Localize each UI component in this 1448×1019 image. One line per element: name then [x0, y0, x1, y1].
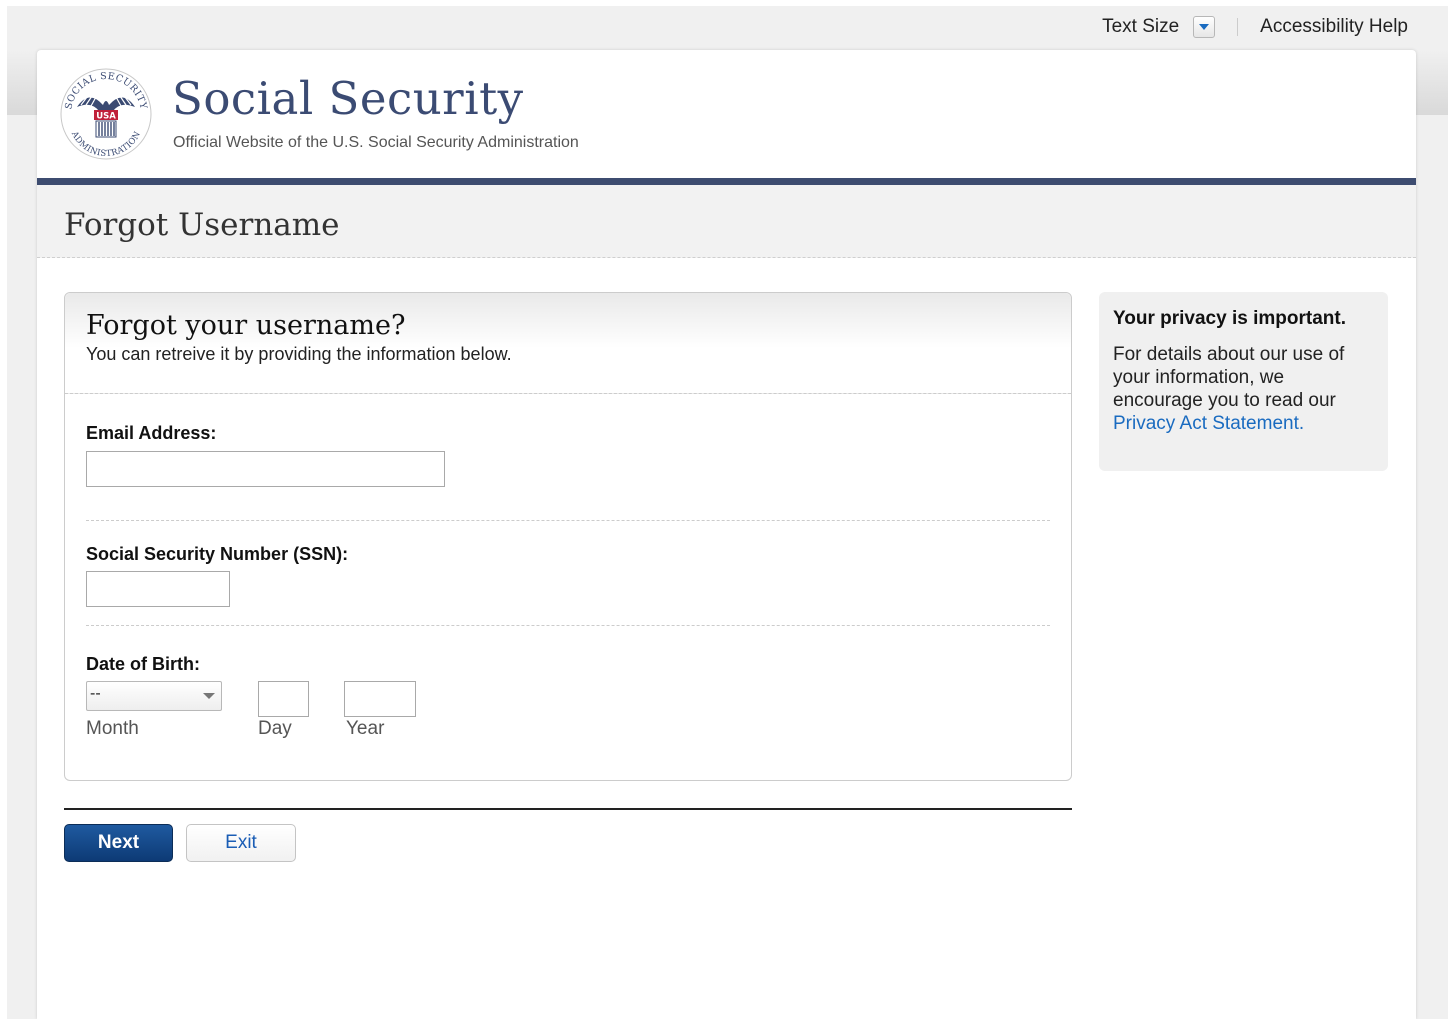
form-intro: You can retreive it by providing the inf…	[86, 344, 512, 364]
ssa-seal-logo[interactable]: SOCIAL SECURITY ADMINISTRATION USA	[59, 67, 153, 161]
day-sublabel: Day	[258, 718, 292, 739]
email-label: Email Address:	[86, 423, 217, 443]
month-sublabel: Month	[86, 718, 139, 739]
year-field[interactable]	[344, 681, 416, 717]
accessibility-help-link[interactable]: Accessibility Help	[1260, 16, 1408, 38]
privacy-body: For details about our use of your inform…	[1113, 343, 1378, 435]
privacy-notice: Your privacy is important. For details a…	[1099, 292, 1388, 471]
main-card: SOCIAL SECURITY ADMINISTRATION USA Socia…	[37, 50, 1416, 1019]
text-size-control[interactable]: Text Size	[1102, 16, 1216, 38]
site-title[interactable]: Social Security	[172, 72, 524, 125]
site-header: SOCIAL SECURITY ADMINISTRATION USA Socia…	[37, 50, 1416, 178]
form-heading: Forgot your username?	[86, 310, 406, 341]
month-select-value: --	[90, 685, 101, 702]
month-select[interactable]: --	[86, 681, 222, 711]
form-footer-rule	[64, 808, 1072, 810]
email-field[interactable]	[86, 451, 445, 487]
privacy-title: Your privacy is important.	[1113, 308, 1346, 329]
header-rule	[37, 178, 1416, 185]
site-subtitle: Official Website of the U.S. Social Secu…	[173, 134, 579, 151]
next-button[interactable]: Next	[64, 824, 173, 862]
ssn-label: Social Security Number (SSN):	[86, 544, 349, 564]
utility-divider	[1237, 18, 1239, 36]
privacy-text: For details about our use of your inform…	[1113, 344, 1345, 411]
page-title-bar: Forgot Username	[37, 185, 1416, 258]
form-header: Forgot your username? You can retreive i…	[65, 293, 1071, 394]
text-size-label: Text Size	[1102, 16, 1180, 37]
day-field[interactable]	[258, 681, 309, 717]
chevron-down-icon[interactable]	[1193, 16, 1216, 38]
utility-bar: Text Size Accessibility Help	[1102, 14, 1408, 40]
field-divider	[86, 625, 1050, 626]
dob-label: Date of Birth:	[86, 654, 200, 674]
field-divider	[86, 520, 1050, 521]
privacy-act-statement-link[interactable]: Privacy Act Statement.	[1113, 413, 1304, 434]
ssn-field[interactable]	[86, 571, 230, 607]
forgot-username-form: Forgot your username? You can retreive i…	[64, 292, 1072, 781]
chevron-down-icon[interactable]	[197, 682, 221, 710]
page-title: Forgot Username	[64, 207, 340, 243]
svg-text:USA: USA	[96, 112, 116, 122]
exit-button[interactable]: Exit	[186, 824, 296, 862]
year-sublabel: Year	[346, 718, 385, 739]
